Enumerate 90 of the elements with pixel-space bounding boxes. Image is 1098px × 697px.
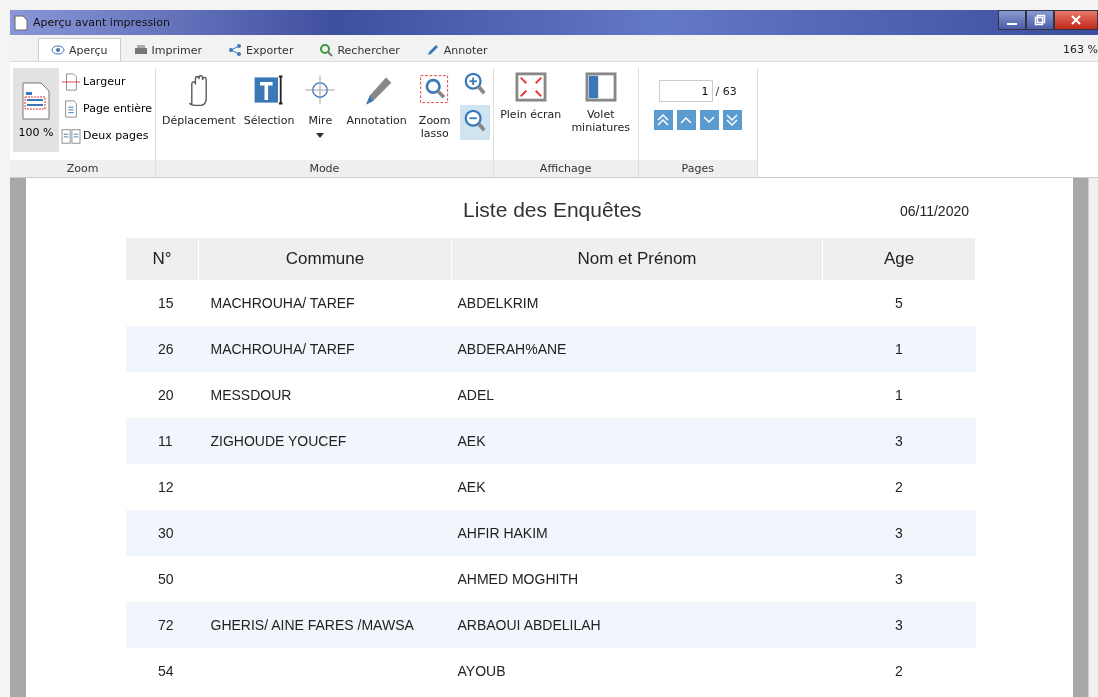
table-cell: AEK: [457, 433, 486, 449]
table-cell: ARBAOUI ABDELILAH: [457, 617, 601, 633]
previous-page-button[interactable]: [676, 110, 696, 130]
table-cell: AEK: [457, 479, 486, 495]
table-cell: 30: [158, 525, 174, 541]
table-cell: 12: [158, 479, 174, 495]
close-button[interactable]: [1054, 10, 1098, 30]
table-cell: 3: [895, 433, 903, 449]
table-cell: 26: [158, 341, 174, 357]
page-width-icon: [61, 72, 81, 91]
table-cell: AHMED MOGHITH: [457, 571, 579, 587]
zoom-option-button[interactable]: Page entière: [61, 95, 153, 122]
zoom-option-button[interactable]: Largeur: [61, 68, 153, 95]
printer-icon: [133, 43, 148, 57]
two-pages-icon: [61, 126, 81, 145]
mode-button[interactable]: Zoom lasso: [411, 68, 458, 144]
table-cell: AYOUB: [457, 663, 506, 679]
table-cell: 2: [895, 663, 903, 679]
double-chevron-down-icon: [725, 113, 740, 127]
zoom-option-button[interactable]: Deux pages: [61, 122, 153, 149]
minimize-icon: [1007, 23, 1017, 25]
table-cell: 2: [895, 479, 903, 495]
table-cell: 72: [158, 617, 174, 633]
column-header: Age: [822, 238, 976, 280]
share-icon: [228, 43, 243, 57]
group-label: Mode: [156, 160, 493, 177]
table-cell: 54: [158, 663, 174, 679]
first-page-button[interactable]: [653, 110, 673, 130]
mode-button[interactable]: Annotation: [343, 68, 410, 131]
minimize-button[interactable]: [998, 10, 1026, 30]
table-cell: 3: [895, 525, 903, 541]
mode-button[interactable]: Sélection: [240, 68, 298, 131]
page-icon: [21, 81, 51, 120]
table-cell: 3: [895, 617, 903, 633]
eye-icon: [51, 43, 65, 57]
next-page-button[interactable]: [699, 110, 719, 130]
report-date: 06/11/2020: [900, 202, 969, 221]
zoom-in-icon: [462, 71, 487, 97]
mode-button[interactable]: Déplacement: [159, 68, 239, 131]
display-button[interactable]: Plein écran: [496, 68, 565, 125]
table-cell: 1: [895, 341, 903, 357]
ribbon-tab[interactable]: Annoter: [412, 38, 501, 61]
group-label: Affichage: [493, 160, 638, 177]
window-title: Aperçu avant impression: [33, 16, 170, 29]
display-button[interactable]: Volet miniatures: [566, 68, 635, 138]
zoom-100-button[interactable]: 100 %: [13, 68, 59, 152]
panel-icon: [584, 72, 617, 102]
mode-button[interactable]: Mire: [299, 68, 342, 142]
column-header: N°: [126, 238, 199, 280]
column-header: Nom et Prénom: [451, 238, 823, 280]
document-icon: [14, 14, 28, 31]
group-label: Zoom: [10, 160, 156, 177]
table-cell: ADEL: [457, 387, 495, 403]
close-icon: [1070, 14, 1082, 26]
ribbon-tab[interactable]: Aperçu: [38, 38, 121, 61]
table-cell: ZIGHOUDE YOUCEF: [210, 433, 347, 449]
table-cell: MESSDOUR: [210, 387, 292, 403]
caret-icon: [316, 133, 325, 138]
table-cell: 20: [158, 387, 174, 403]
table-cell: 15: [158, 295, 174, 311]
zoom-readout: 163 %: [1063, 43, 1098, 58]
pencil-icon: [425, 43, 440, 57]
column-header: Commune: [198, 238, 452, 280]
table-cell: AHFIR HAKIM: [457, 525, 548, 541]
zoom-out-icon: [462, 108, 487, 134]
table-cell: 1: [895, 387, 903, 403]
table-cell: MACHROUHA/ TAREF: [210, 295, 355, 311]
table-cell: ABDELKRIM: [457, 295, 539, 311]
table-cell: ABDERAH%ANE: [457, 341, 567, 357]
table-cell: 5: [895, 295, 903, 311]
scrollbar[interactable]: [1088, 178, 1098, 697]
fullscreen-icon: [514, 72, 547, 102]
ribbon-tab[interactable]: Exporter: [215, 38, 307, 61]
group-label: Pages: [638, 160, 757, 177]
ribbon-tab[interactable]: Rechercher: [306, 38, 413, 61]
page-total: / 63: [715, 84, 737, 98]
table-cell: 11: [158, 433, 173, 449]
table-cell: MACHROUHA/ TAREF: [210, 341, 355, 357]
search-icon: [319, 43, 334, 57]
table-cell: 3: [895, 571, 903, 587]
page-number-field[interactable]: 1: [658, 80, 713, 102]
table-cell: GHERIS/ AINE FARES /MAWSA: [210, 617, 414, 633]
zoom-out-button[interactable]: [459, 105, 490, 140]
table-cell: 50: [158, 571, 174, 587]
restore-icon: [1034, 14, 1046, 26]
report-title: Liste des Enquêtes: [463, 198, 642, 223]
ribbon-tab[interactable]: Imprimer: [120, 38, 216, 61]
last-page-button[interactable]: [722, 110, 742, 130]
double-chevron-up-icon: [656, 113, 671, 127]
maximize-button[interactable]: [1026, 10, 1054, 30]
